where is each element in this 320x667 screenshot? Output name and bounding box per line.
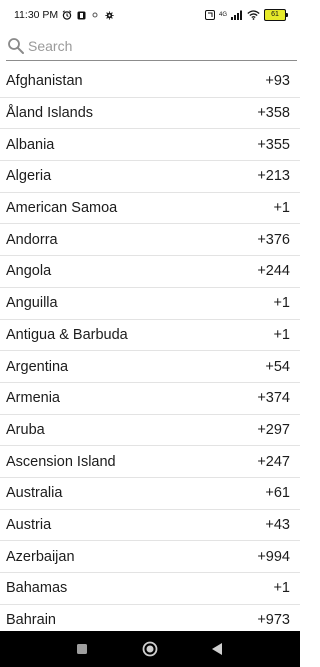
country-row[interactable]: Andorra +376 bbox=[0, 224, 300, 257]
dot-icon bbox=[90, 10, 100, 20]
country-name: Aruba bbox=[6, 421, 45, 438]
country-row[interactable]: Argentina +54 bbox=[0, 351, 300, 383]
country-name: Argentina bbox=[6, 358, 69, 375]
battery-level: 61 bbox=[271, 11, 279, 18]
country-row[interactable]: Angola +244 bbox=[0, 256, 300, 288]
country-name: Angola bbox=[6, 263, 52, 280]
country-row[interactable]: Aruba +297 bbox=[0, 415, 300, 447]
dial-code: +374 bbox=[257, 390, 290, 407]
status-bar-left: 11:30 PM bbox=[14, 9, 114, 21]
cellular-signal-icon bbox=[231, 10, 243, 20]
country-row[interactable]: American Samoa +1 bbox=[0, 193, 300, 225]
wifi-icon bbox=[247, 10, 260, 20]
home-icon[interactable] bbox=[141, 640, 159, 658]
network-type-label: 4G bbox=[218, 12, 227, 18]
country-name: Armenia bbox=[6, 390, 60, 407]
country-code-picker-screen: 11:30 PM 4G 61 Search Afghanistan +93 Ål… bbox=[0, 0, 300, 667]
country-name: American Samoa bbox=[6, 200, 118, 217]
dial-code: +54 bbox=[265, 358, 290, 375]
data-saver-icon bbox=[204, 10, 215, 20]
status-bar-right: 4G 61 bbox=[204, 9, 288, 21]
dial-code: +247 bbox=[257, 453, 290, 470]
country-name: Algeria bbox=[6, 168, 52, 185]
dial-code: +1 bbox=[273, 200, 290, 217]
settings-gear-icon bbox=[104, 10, 114, 20]
country-name: Albania bbox=[6, 136, 55, 153]
dial-code: +61 bbox=[265, 485, 290, 502]
dial-code: +355 bbox=[257, 136, 290, 153]
dial-code: +1 bbox=[273, 580, 290, 597]
dial-code: +376 bbox=[257, 231, 290, 248]
country-name: Afghanistan bbox=[6, 73, 83, 90]
country-name: Azerbaijan bbox=[6, 548, 75, 565]
dial-code: +43 bbox=[265, 516, 290, 533]
country-name: Australia bbox=[6, 485, 63, 502]
status-bar: 11:30 PM 4G 61 bbox=[0, 0, 300, 30]
country-row[interactable]: Azerbaijan +994 bbox=[0, 541, 300, 573]
country-name: Bahrain bbox=[6, 612, 56, 629]
dial-code: +358 bbox=[257, 105, 290, 122]
dial-code: +93 bbox=[265, 73, 290, 90]
battery-icon: 61 bbox=[264, 9, 288, 21]
search-bar bbox=[6, 32, 297, 61]
dial-code: +973 bbox=[257, 612, 290, 629]
country-row[interactable]: Austria +43 bbox=[0, 510, 300, 542]
dial-code: +994 bbox=[257, 548, 290, 565]
country-row[interactable]: Antigua & Barbuda +1 bbox=[0, 320, 300, 352]
notification-app-icon bbox=[76, 10, 86, 20]
country-name: Anguilla bbox=[6, 295, 58, 312]
dial-code: +1 bbox=[273, 326, 290, 343]
search-input[interactable] bbox=[28, 35, 278, 57]
country-row[interactable]: Australia +61 bbox=[0, 478, 300, 510]
dial-code: +297 bbox=[257, 421, 290, 438]
country-name: Austria bbox=[6, 516, 52, 533]
search-icon bbox=[7, 37, 25, 55]
country-list[interactable]: Afghanistan +93 Åland Islands +358 Albania +3… bbox=[0, 66, 300, 631]
country-name: Ascension Island bbox=[6, 453, 116, 470]
country-row[interactable]: Ascension Island +247 bbox=[0, 446, 300, 478]
country-row[interactable]: Armenia +374 bbox=[0, 383, 300, 415]
back-icon[interactable] bbox=[208, 640, 226, 658]
recents-icon[interactable] bbox=[73, 640, 91, 658]
country-name: Åland Islands bbox=[6, 105, 94, 122]
country-row[interactable]: Algeria +213 bbox=[0, 161, 300, 193]
country-row[interactable]: Bahrain +973 bbox=[0, 605, 300, 631]
dial-code: +213 bbox=[257, 168, 290, 185]
dial-code: +1 bbox=[273, 295, 290, 312]
status-time: 11:30 PM bbox=[14, 9, 59, 21]
alarm-icon bbox=[62, 10, 72, 20]
country-row[interactable]: Anguilla +1 bbox=[0, 288, 300, 320]
country-row[interactable]: Bahamas +1 bbox=[0, 573, 300, 605]
country-name: Bahamas bbox=[6, 580, 68, 597]
country-row[interactable]: Albania +355 bbox=[0, 129, 300, 162]
country-row[interactable]: Åland Islands +358 bbox=[0, 98, 300, 130]
navigation-bar bbox=[0, 631, 300, 667]
country-name: Antigua & Barbuda bbox=[6, 326, 128, 343]
country-name: Andorra bbox=[6, 231, 58, 248]
country-row[interactable]: Afghanistan +93 bbox=[0, 66, 300, 98]
dial-code: +244 bbox=[257, 263, 290, 280]
